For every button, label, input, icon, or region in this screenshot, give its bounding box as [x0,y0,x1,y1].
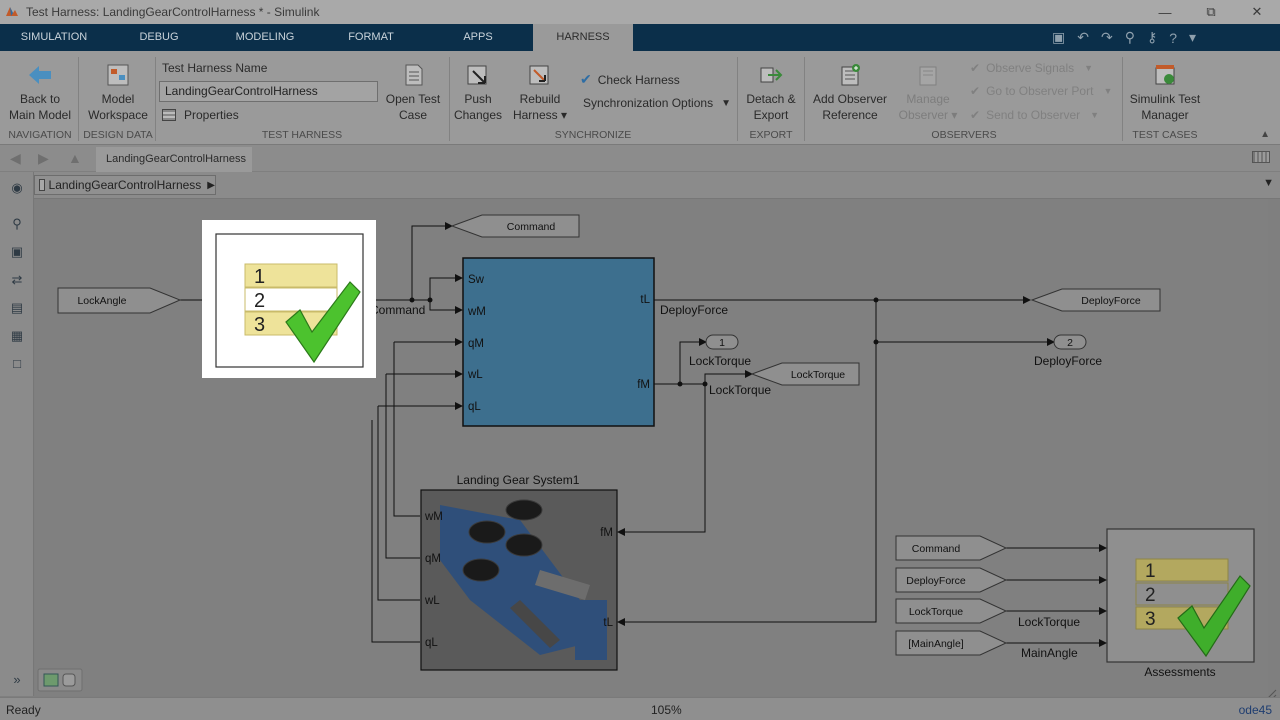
lgs-port-wm: wM [424,511,443,523]
locktorque-goto-block[interactable]: LockTorque [750,362,860,386]
outport-2-number: 2 [1067,337,1073,349]
outport-1-label: LockTorque [689,354,751,368]
assess-item-2: 2 [1145,585,1156,606]
command-goto-label: Command [507,221,556,233]
controller-subsystem-block[interactable]: Sw wM qM wL qL tL fM [462,257,655,427]
lgs-port-fm: fM [600,527,613,539]
lockangle-label: LockAngle [77,295,126,307]
mainangle-line-label: MainAngle [1021,646,1078,660]
solver-link[interactable]: ode45 [1239,703,1272,717]
from-locktorque-block[interactable]: LockTorque [895,598,1008,624]
lgs-port-qm: qM [425,553,441,565]
assessments-block[interactable]: 1 2 3 [1106,528,1255,663]
lgs-port-wl: wL [424,595,440,607]
port-sw: Sw [468,274,485,286]
from-command-label: Command [912,543,961,555]
locktorque-goto-label: LockTorque [791,369,845,381]
from-locktorque-label: LockTorque [909,606,963,618]
port-qm: qM [468,338,484,350]
test-sequence-block[interactable]: 1 2 3 [202,220,376,378]
port-wm: wM [467,306,486,318]
from-mainangle-block[interactable]: [MainAngle] [895,630,1008,656]
from-mainangle-label: [MainAngle] [908,638,964,650]
port-tl: tL [640,294,650,306]
locktorque-signal-label: LockTorque [709,383,771,397]
list-item-3: 3 [254,314,265,336]
from-command-block[interactable]: Command [895,535,1008,561]
deployforce-goto-label: DeployForce [1081,295,1141,307]
landing-gear-system-block[interactable]: wM qM wL qL fM tL [420,489,618,671]
block-diagram: LockAngle Command Command 1 2 3 Sw wM qM… [37,214,1277,701]
model-browser-toggle[interactable] [37,668,83,692]
from-deployforce-block[interactable]: DeployForce [895,567,1008,593]
port-ql: qL [468,401,481,413]
lgs-port-tl: tL [603,617,613,629]
command-signal-label: Command [370,303,425,317]
list-item-1: 1 [254,266,265,288]
outport-2[interactable]: 2 [1053,334,1087,350]
lockangle-from-block[interactable]: LockAngle [57,287,182,314]
outport-1-number: 1 [719,337,725,349]
deployforce-signal-label: DeployForce [660,303,728,317]
assessments-label: Assessments [1144,665,1215,679]
from-deployforce-label: DeployForce [906,575,966,587]
lgs-port-ql: qL [425,637,438,649]
port-fm: fM [637,379,650,391]
assess-item-3: 3 [1145,609,1156,630]
assess-item-1: 1 [1145,561,1156,582]
status-bar: Ready 105% ode45 [0,697,1280,720]
status-text: Ready [6,703,41,717]
locktorque-line-label: LockTorque [1018,615,1080,629]
command-goto-block[interactable]: Command [450,214,580,238]
outport-1[interactable]: 1 [705,334,739,350]
list-item-2: 2 [254,290,265,312]
landing-gear-title: Landing Gear System1 [457,473,580,487]
outport-2-label: DeployForce [1034,354,1102,368]
zoom-level[interactable]: 105% [651,703,682,717]
deployforce-goto-block[interactable]: DeployForce [1030,288,1161,312]
port-wl: wL [467,369,483,381]
